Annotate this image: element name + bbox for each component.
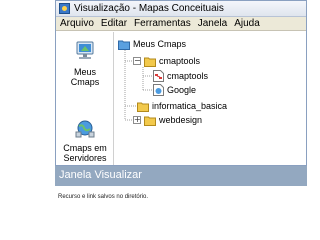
collapse-toggle[interactable]: −: [133, 57, 141, 65]
slide-heading-bar: Janela Visualizar: [55, 166, 307, 186]
tree-item-webdesign[interactable]: + webdesign: [133, 114, 202, 126]
cmaps-folder-icon: [118, 40, 130, 50]
slide-heading: Janela Visualizar: [59, 169, 142, 181]
nav-label-line1: Meus: [73, 67, 96, 77]
tree-item-cmaptools-map[interactable]: cmaptools: [153, 70, 208, 82]
screenshot-window: Visualização - Mapas Conceituais Arquivo…: [55, 0, 307, 166]
folder-icon: [144, 116, 156, 126]
tree-item-google[interactable]: Google: [153, 84, 196, 96]
nav-cmaps-em-servidores[interactable]: Cmaps em Servidores: [56, 120, 114, 163]
tree-item-label: informatica_basica: [152, 101, 228, 111]
slide-caption: Recurso e link salvos no diretório.: [58, 194, 149, 200]
menu-janela[interactable]: Janela: [198, 18, 227, 30]
menu-ferramentas[interactable]: Ferramentas: [134, 18, 191, 30]
tree-root[interactable]: Meus Cmaps: [118, 38, 186, 50]
tree-item-label: webdesign: [159, 115, 203, 125]
nav-label-line1: Cmaps em: [63, 143, 107, 153]
navigation-pane: Meus Cmaps Cmaps em Servidores: [56, 32, 114, 165]
window-title: Visualização - Mapas Conceituais: [74, 3, 224, 14]
servers-globe-icon: [75, 120, 95, 138]
menu-editar[interactable]: Editar: [101, 18, 127, 30]
expand-toggle[interactable]: +: [133, 116, 141, 124]
tree-root-label: Meus Cmaps: [133, 39, 187, 49]
tree-item-cmaptools-folder[interactable]: − cmaptools: [133, 55, 200, 67]
tree-item-label: Google: [167, 85, 197, 95]
tree-item-label: cmaptools: [159, 56, 201, 66]
folder-icon: [144, 57, 156, 67]
menu-arquivo[interactable]: Arquivo: [60, 18, 94, 30]
web-link-icon: [153, 84, 164, 96]
nav-label-line2: Cmaps: [70, 77, 100, 87]
nav-meus-cmaps[interactable]: Meus Cmaps: [56, 40, 114, 87]
app-icon: [59, 3, 70, 14]
tree-item-label: cmaptools: [167, 71, 209, 81]
computer-icon: [76, 41, 94, 59]
menu-ajuda[interactable]: Ajuda: [234, 18, 260, 30]
menu-bar: Arquivo Editar Ferramentas Janela Ajuda: [56, 17, 306, 31]
concept-map-icon: [153, 70, 164, 82]
tree-item-informatica-basica[interactable]: informatica_basica: [137, 100, 227, 112]
title-bar: Visualização - Mapas Conceituais: [56, 1, 306, 17]
tree-pane: Meus Cmaps − cmaptools cmaptools Google …: [115, 32, 306, 165]
tree-connector-lines: [124, 46, 153, 121]
folder-icon: [137, 102, 149, 112]
nav-label-line2: Servidores: [63, 153, 107, 163]
